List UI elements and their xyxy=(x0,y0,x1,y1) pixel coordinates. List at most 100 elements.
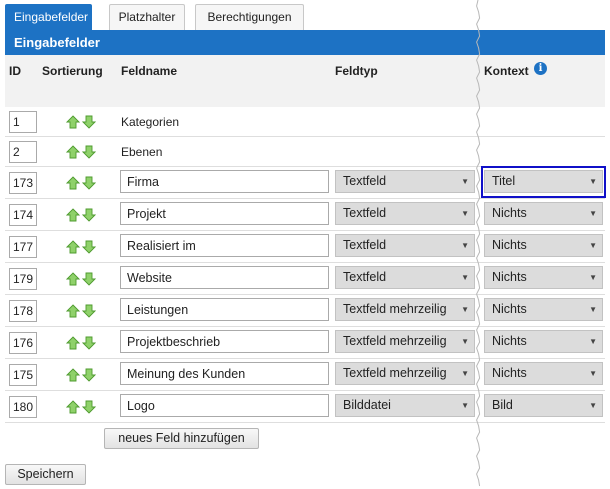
dropdown-caret-icon: ▼ xyxy=(461,369,469,378)
table-row: Textfeld ▼ Nichts ▼ xyxy=(5,231,605,263)
dropdown-caret-icon: ▼ xyxy=(461,337,469,346)
id-field[interactable] xyxy=(9,332,37,354)
tab-eingabefelder[interactable]: Eingabefelder xyxy=(5,4,92,30)
dropdown-caret-icon: ▼ xyxy=(589,273,597,282)
arrow-up-icon[interactable] xyxy=(65,368,81,382)
arrow-up-icon[interactable] xyxy=(65,240,81,254)
id-field[interactable] xyxy=(9,172,37,194)
field-name-input[interactable] xyxy=(120,330,329,353)
field-name-input[interactable] xyxy=(120,170,329,193)
field-name-label: Kategorien xyxy=(121,115,180,129)
tab-platzhalter[interactable]: Platzhalter xyxy=(109,4,185,30)
arrow-up-icon[interactable] xyxy=(65,400,81,414)
arrow-down-icon[interactable] xyxy=(81,368,97,382)
arrow-down-icon[interactable] xyxy=(81,176,97,190)
arrow-down-icon[interactable] xyxy=(81,400,97,414)
field-type-select[interactable]: Textfeld ▼ xyxy=(335,202,475,225)
table-row: Textfeld mehrzeilig ▼ Nichts ▼ xyxy=(5,295,605,327)
sort-controls xyxy=(65,368,100,382)
context-value: Nichts xyxy=(492,366,527,380)
arrow-down-icon[interactable] xyxy=(81,115,97,129)
id-field[interactable] xyxy=(9,396,37,418)
arrow-up-icon[interactable] xyxy=(65,115,81,129)
field-name-input[interactable] xyxy=(120,362,329,385)
field-name-input[interactable] xyxy=(120,234,329,257)
context-select[interactable]: Nichts ▼ xyxy=(484,234,603,257)
field-type-select[interactable]: Textfeld ▼ xyxy=(335,266,475,289)
field-type-select[interactable]: Textfeld mehrzeilig ▼ xyxy=(335,330,475,353)
id-field[interactable] xyxy=(9,300,37,322)
context-select[interactable]: Nichts ▼ xyxy=(484,330,603,353)
field-type-select[interactable]: Textfeld ▼ xyxy=(335,234,475,257)
context-value: Nichts xyxy=(492,238,527,252)
tab-berechtigungen[interactable]: Berechtigungen xyxy=(195,4,304,30)
table-row: Textfeld ▼ Nichts ▼ xyxy=(5,263,605,295)
column-header-feldname: Feldname xyxy=(121,64,178,78)
sort-controls xyxy=(65,115,100,129)
dropdown-caret-icon: ▼ xyxy=(589,305,597,314)
table-row: Kategorien xyxy=(5,107,605,137)
column-header-id: ID xyxy=(9,64,21,78)
context-select[interactable]: Nichts ▼ xyxy=(484,266,603,289)
field-name-input[interactable] xyxy=(120,298,329,321)
field-type-select[interactable]: Textfeld ▼ xyxy=(335,170,475,193)
field-type-value: Textfeld mehrzeilig xyxy=(343,302,447,316)
arrow-up-icon[interactable] xyxy=(65,336,81,350)
id-field[interactable] xyxy=(9,204,37,226)
context-value: Nichts xyxy=(492,334,527,348)
arrow-down-icon[interactable] xyxy=(81,336,97,350)
field-type-value: Textfeld xyxy=(343,270,387,284)
arrow-up-icon[interactable] xyxy=(65,208,81,222)
arrow-down-icon[interactable] xyxy=(81,272,97,286)
table-row: Textfeld ▼ Nichts ▼ xyxy=(5,199,605,231)
context-select[interactable]: Titel ▼ xyxy=(484,170,603,193)
arrow-down-icon[interactable] xyxy=(81,240,97,254)
field-name-input[interactable] xyxy=(120,394,329,417)
context-value: Titel xyxy=(492,174,516,188)
field-name-input[interactable] xyxy=(120,202,329,225)
table-row: Textfeld mehrzeilig ▼ Nichts ▼ xyxy=(5,327,605,359)
field-type-select[interactable]: Bilddatei ▼ xyxy=(335,394,475,417)
info-icon[interactable]: i xyxy=(534,62,547,75)
context-value: Nichts xyxy=(492,270,527,284)
arrow-up-icon[interactable] xyxy=(65,272,81,286)
dropdown-caret-icon: ▼ xyxy=(589,369,597,378)
column-header-sortierung: Sortierung xyxy=(42,64,103,78)
arrow-down-icon[interactable] xyxy=(81,208,97,222)
sort-controls xyxy=(65,272,100,286)
id-field[interactable] xyxy=(9,268,37,290)
field-type-value: Textfeld mehrzeilig xyxy=(343,334,447,348)
id-field[interactable] xyxy=(9,141,37,163)
field-type-select[interactable]: Textfeld mehrzeilig ▼ xyxy=(335,298,475,321)
dropdown-caret-icon: ▼ xyxy=(589,337,597,346)
context-select[interactable]: Bild ▼ xyxy=(484,394,603,417)
context-value: Nichts xyxy=(492,206,527,220)
field-type-value: Textfeld xyxy=(343,174,387,188)
arrow-up-icon[interactable] xyxy=(65,304,81,318)
id-field[interactable] xyxy=(9,111,37,133)
sort-controls xyxy=(65,240,100,254)
save-button[interactable]: Speichern xyxy=(5,464,86,485)
field-name-input[interactable] xyxy=(120,266,329,289)
dropdown-caret-icon: ▼ xyxy=(461,401,469,410)
arrow-up-icon[interactable] xyxy=(65,145,81,159)
add-field-button[interactable]: neues Feld hinzufügen xyxy=(104,428,259,449)
table-header: ID Sortierung Feldname Feldtyp Kontext xyxy=(5,55,605,107)
dropdown-caret-icon: ▼ xyxy=(461,177,469,186)
context-value: Nichts xyxy=(492,302,527,316)
id-field[interactable] xyxy=(9,364,37,386)
dropdown-caret-icon: ▼ xyxy=(461,273,469,282)
context-select[interactable]: Nichts ▼ xyxy=(484,202,603,225)
context-select[interactable]: Nichts ▼ xyxy=(484,298,603,321)
dropdown-caret-icon: ▼ xyxy=(589,401,597,410)
arrow-down-icon[interactable] xyxy=(81,145,97,159)
context-select[interactable]: Nichts ▼ xyxy=(484,362,603,385)
arrow-up-icon[interactable] xyxy=(65,176,81,190)
id-field[interactable] xyxy=(9,236,37,258)
arrow-down-icon[interactable] xyxy=(81,304,97,318)
field-type-select[interactable]: Textfeld mehrzeilig ▼ xyxy=(335,362,475,385)
sort-controls xyxy=(65,176,100,190)
sort-controls xyxy=(65,304,100,318)
table-row: Bilddatei ▼ Bild ▼ xyxy=(5,391,605,423)
field-name-label: Ebenen xyxy=(121,145,163,159)
